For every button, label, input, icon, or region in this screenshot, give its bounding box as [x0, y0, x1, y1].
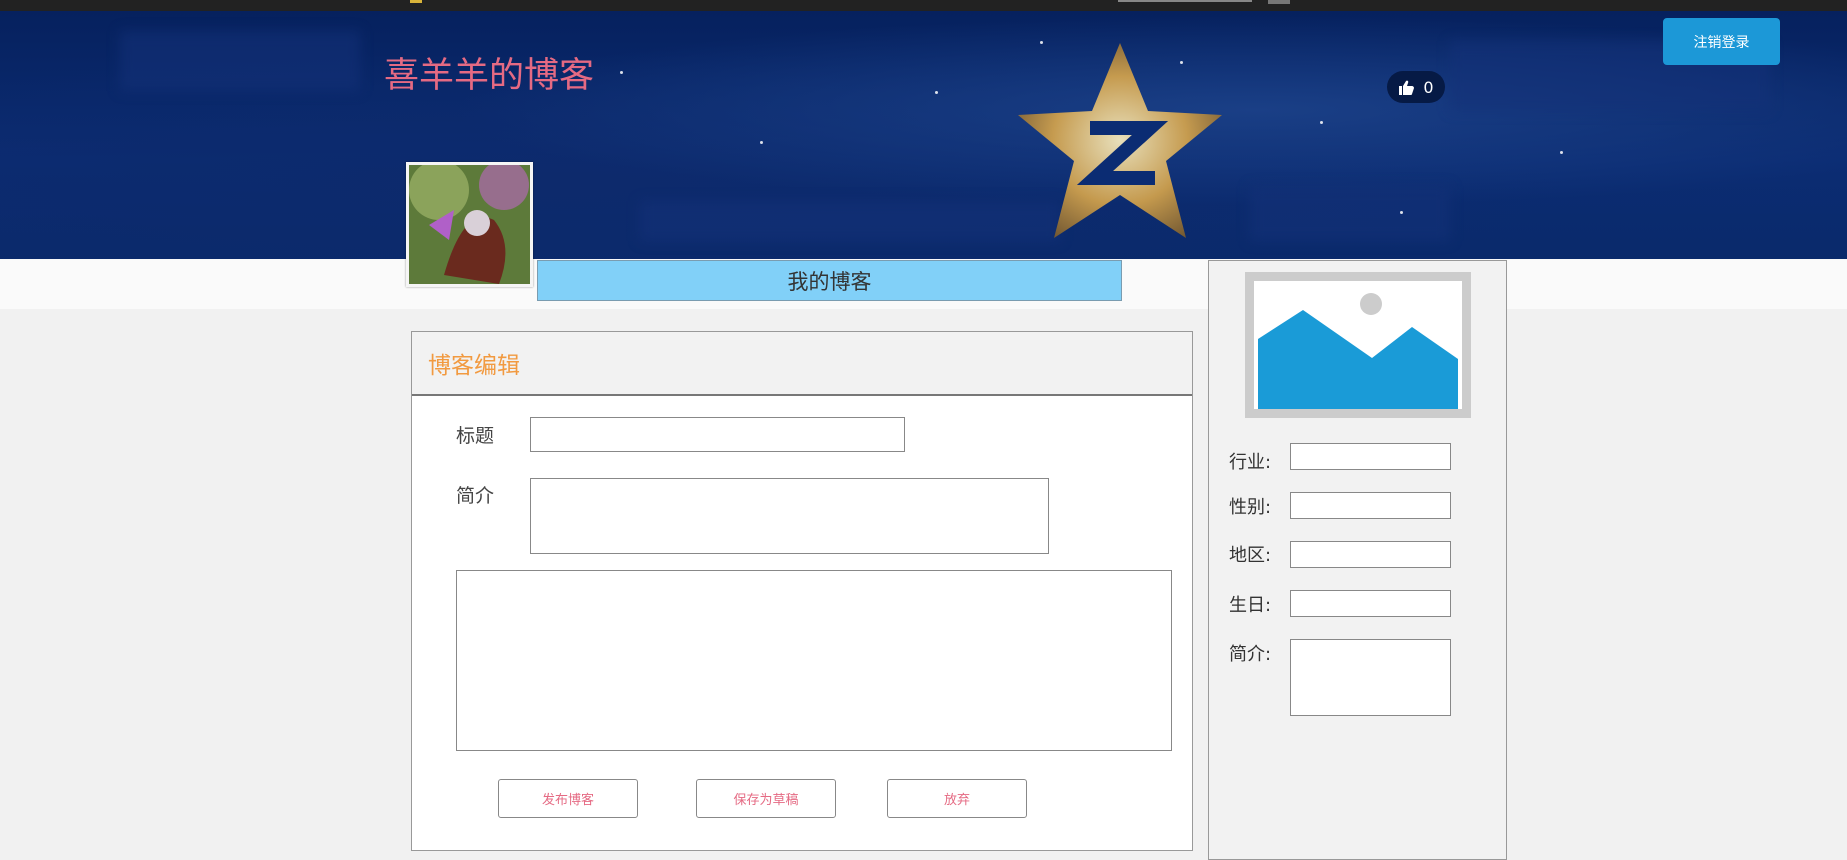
gender-input[interactable]	[1290, 492, 1451, 519]
banner-blur	[120, 31, 360, 91]
banner-blur	[1250, 186, 1450, 241]
top-strip-mark	[1118, 0, 1252, 2]
site-title[interactable]: 喜羊羊的博客	[384, 47, 594, 98]
star-dot	[1400, 211, 1403, 214]
thumbs-up-icon	[1399, 80, 1415, 95]
title-label: 标题	[456, 425, 495, 447]
browser-top-strip	[0, 0, 1847, 11]
star-dot	[1560, 151, 1563, 154]
header-banner: 喜羊羊的博客 0	[0, 11, 1847, 259]
region-label: 地区:	[1229, 545, 1272, 566]
star-dot	[935, 91, 938, 94]
industry-label: 行业:	[1229, 452, 1272, 473]
star-dot	[620, 71, 623, 74]
region-input[interactable]	[1290, 541, 1451, 568]
avatar[interactable]	[406, 162, 533, 287]
top-strip-mark	[410, 0, 422, 3]
avatar-image	[409, 165, 530, 284]
profile-panel: 行业: 性别: 地区: 生日: 简介:	[1208, 260, 1507, 860]
tab-my-blog[interactable]: 我的博客	[537, 260, 1122, 301]
editor-heading: 博客编辑	[412, 332, 1192, 396]
bio-label: 简介:	[1229, 644, 1272, 665]
bio-textarea[interactable]	[1290, 639, 1451, 716]
save-draft-button[interactable]: 保存为草稿	[696, 779, 836, 818]
like-count: 0	[1423, 77, 1434, 97]
star-dot	[760, 141, 763, 144]
summary-label: 简介	[456, 485, 495, 507]
gender-label: 性别:	[1229, 497, 1272, 518]
summary-textarea[interactable]	[530, 478, 1049, 554]
discard-button[interactable]: 放弃	[887, 779, 1027, 818]
top-strip-mark	[1268, 0, 1290, 4]
birthday-label: 生日:	[1229, 595, 1272, 616]
image-placeholder-icon	[1245, 272, 1471, 418]
blog-editor-panel: 博客编辑 标题 简介 发布博客 保存为草稿 放弃	[411, 331, 1193, 851]
like-badge[interactable]: 0	[1387, 71, 1445, 103]
publish-button[interactable]: 发布博客	[498, 779, 638, 818]
birthday-input[interactable]	[1290, 590, 1451, 617]
content-editor[interactable]	[456, 570, 1172, 751]
industry-input[interactable]	[1290, 443, 1451, 470]
sparkle-star-logo	[1018, 43, 1222, 238]
logout-button[interactable]: 注销登录	[1663, 18, 1780, 65]
star-dot	[1320, 121, 1323, 124]
title-input[interactable]	[530, 417, 905, 452]
